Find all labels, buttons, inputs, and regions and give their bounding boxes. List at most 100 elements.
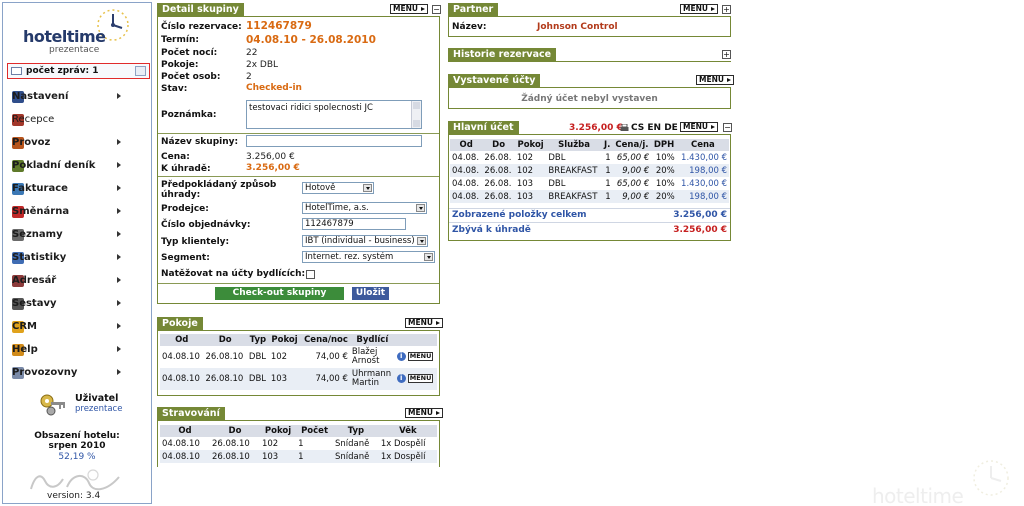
note-textarea[interactable]: testovaci ridici spolecnosti JC [246,100,422,129]
save-button[interactable]: Uložit [352,287,389,300]
resident-name[interactable]: Martin [352,379,393,388]
boarding-menu-button[interactable]: MENU [405,408,443,418]
hoteltime-logo[interactable]: hoteltime prezentace [3,3,151,61]
column-header[interactable]: Cena/j. [612,139,652,151]
column-header[interactable]: DPH [651,139,677,151]
seller-select[interactable]: HotelTime, a.s. [302,202,427,214]
chevron-right-icon [117,139,121,145]
envelope-icon [11,67,22,75]
note-scrollbar[interactable] [411,101,421,128]
info-icon[interactable]: i [396,352,406,361]
issued-accounts-menu-button[interactable]: MENU [696,75,734,85]
table-row[interactable]: 04.08.10 26.08.10 102 1 Snídaně 1x Dospělí [160,437,437,450]
column-header[interactable]: Pokoj [259,425,297,437]
hotel-occupancy: Obsazení hotelu: srpen 2010 52,19 % [3,431,151,462]
scroll-down-icon[interactable] [413,120,420,127]
main-menu: Nastavení Recepce Provoz Pokladní deník Fakt… [3,85,151,384]
table-row[interactable]: 04.08.10 26.08.10 103 1 Snídaně 1x Dospělí [160,450,437,463]
column-header[interactable]: Od [160,425,210,437]
sidebar-item-recepce[interactable]: Recepce [3,108,151,131]
history-expand-button[interactable]: + [722,50,731,59]
column-header[interactable]: Pokoj [268,334,301,346]
user-info[interactable]: Uživatel prezentace [39,391,149,421]
sidebar-item-pokladní-deník[interactable]: Pokladní deník [3,154,151,177]
column-header[interactable]: Cena [676,139,729,151]
dropdown-arrow-icon[interactable] [363,184,372,192]
occupancy-value[interactable]: 52,19 % [3,452,151,462]
column-header[interactable]: Do [482,139,515,151]
sidebar-item-statistiky[interactable]: Statistiky [3,246,151,269]
column-header[interactable]: Pokoj [514,139,547,151]
scroll-up-icon[interactable] [413,102,420,109]
info-icon[interactable]: i [396,374,406,383]
checkout-group-button[interactable]: Check-out skupiny [215,287,344,300]
sidebar-item-seznamy[interactable]: Seznamy [3,223,151,246]
rooms-menu-button[interactable]: MENU [405,318,443,328]
sidebar-item-fakturace[interactable]: Fakturace [3,177,151,200]
sidebar-item-nastavení[interactable]: Nastavení [3,85,151,108]
charge-to-residents-checkbox[interactable] [306,270,315,279]
table-row[interactable]: 04.08. 26.08. 103 DBL 1 65,00 € 10% 1.430,00 € [450,177,729,190]
sidebar-item-sestavy[interactable]: Sestavy [3,292,151,315]
table-row[interactable]: 04.08. 26.08. 103 BREAKFAST 1 9,00 €20% 198,00… [450,190,729,203]
user-organization[interactable]: prezentace [75,404,122,414]
table-cell: 1 [296,450,334,463]
nights-value: 22 [246,48,258,58]
row-menu-button[interactable]: MENU [407,352,434,361]
column-header[interactable]: Do [203,334,247,346]
messages-count[interactable]: počet zpráv: 1 [26,66,99,76]
group-detail-menu-button[interactable]: MENU [390,4,428,14]
dropdown-arrow-icon[interactable] [417,237,426,245]
dropdown-arrow-icon[interactable] [416,204,425,212]
segment-select[interactable]: Internet. rez. systém [302,251,435,263]
order-number-input[interactable]: 112467879 [302,218,406,230]
messages-box[interactable]: počet zpráv: 1 [7,63,150,79]
boarding-table: Od Do Pokoj Počet Typ Věk 04.08.10 26.08.10 102… [160,425,437,463]
column-header[interactable]: Věk [378,425,437,437]
sidebar-item-adresář[interactable]: Adresář [3,269,151,292]
column-header[interactable]: Cena/noc [300,334,350,346]
sidebar-item-label: Pokladní deník [12,160,96,171]
history-title[interactable]: Historie rezervace [448,48,557,62]
column-header[interactable]: Typ [246,334,269,346]
partner-menu-button[interactable]: MENU [680,4,718,14]
group-name-input[interactable] [246,135,422,147]
divider [158,133,439,134]
column-header[interactable]: Od [450,139,483,151]
history-panel: Historie rezervace + [448,48,731,62]
payment-method-select[interactable]: Hotově [302,182,374,194]
column-header[interactable]: J. [601,139,613,151]
table-row[interactable]: 04.08. 26.08. 102 BREAKFAST 1 9,00 €20% 198,00… [450,164,729,177]
group-detail-collapse-button[interactable]: − [432,5,441,14]
column-header[interactable]: Do [209,425,260,437]
table-row[interactable]: 04.08. 26.08. 102 DBL 1 65,00 € 10% 1.430,00 € [450,151,729,164]
sidebar: hoteltime prezentace počet zpráv: 1 Nast… [2,2,152,504]
column-header[interactable]: Bydlící [349,334,395,346]
resident-name[interactable]: Arnošt [352,357,393,366]
column-header[interactable]: Od [160,334,204,346]
compose-message-icon[interactable] [135,66,146,76]
column-header[interactable]: Služba [546,139,602,151]
column-header[interactable]: Typ [333,425,379,437]
sidebar-item-provoz[interactable]: Provoz [3,131,151,154]
chevron-right-icon [117,93,121,99]
clientele-select[interactable]: IBT (individual - business) [302,235,428,247]
main-account-menu-button[interactable]: MENU [680,122,718,132]
sidebar-item-label: Statistiky [12,252,67,263]
table-row[interactable]: 04.08.10 26.08.10 DBL 102 74,00 € Blažej Arnoš… [160,346,437,368]
printer-icon[interactable] [620,124,629,132]
sidebar-item-help[interactable]: Help [3,338,151,361]
row-menu-button[interactable]: MENU [407,374,434,383]
table-row[interactable]: 04.08.10 26.08.10 DBL 103 74,00 € Uhrmann Mart… [160,368,437,390]
column-header[interactable]: Počet [296,425,334,437]
sidebar-item-provozovny[interactable]: Provozovny [3,361,151,384]
table-cell: 26.08.10 [205,352,244,362]
main-account-collapse-button[interactable]: − [723,123,732,132]
print-languages[interactable]: CS EN DE [631,123,678,133]
sidebar-item-crm[interactable]: CRM [3,315,151,338]
partner-name-value[interactable]: Johnson Control [537,22,618,32]
table-cell: 1.430,00 € [681,178,727,189]
sidebar-item-směnárna[interactable]: Směnárna [3,200,151,223]
dropdown-arrow-icon[interactable] [424,253,433,261]
partner-expand-button[interactable]: + [722,5,731,14]
